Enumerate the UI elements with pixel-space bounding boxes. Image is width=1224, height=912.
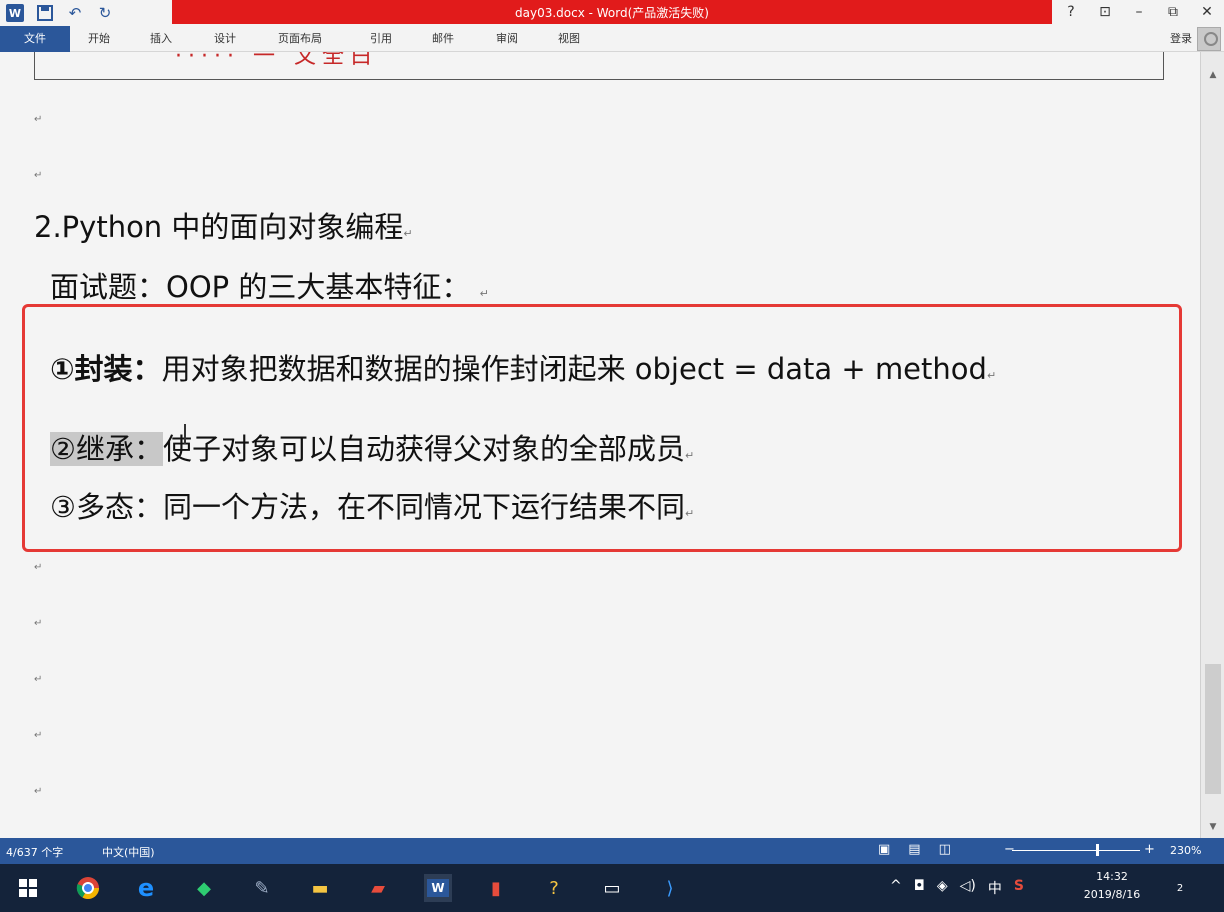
help-app-icon[interactable]: ?: [540, 874, 568, 902]
heading-text: 2.Python 中的面向对象编程: [34, 210, 404, 244]
ribbon-display-button[interactable]: ⊡: [1088, 4, 1122, 20]
item-label-selected: ②继承：: [50, 432, 163, 466]
word-count[interactable]: 4/637 个字: [6, 844, 63, 860]
tab-view[interactable]: 视图: [558, 26, 580, 52]
start-menu-icon[interactable]: [14, 874, 42, 902]
item-text: 使子对象可以自动获得父对象的全部成员: [163, 432, 686, 466]
paragraph-mark: ↵: [34, 730, 43, 741]
clock-date: 2019/8/16: [1083, 888, 1141, 901]
list-item-encapsulation: ①封装：用对象把数据和数据的操作封闭起来 object = data + met…: [50, 346, 996, 388]
clock[interactable]: 14:32 2019/8/16: [1072, 868, 1152, 904]
edge-icon[interactable]: e: [132, 874, 160, 902]
tab-mailings[interactable]: 邮件: [432, 26, 454, 52]
table-bottom-edge: ····· 一 文全白: [34, 52, 1164, 80]
vertical-scrollbar[interactable]: ▲ ▼: [1200, 52, 1224, 838]
scroll-down-icon[interactable]: ▼: [1206, 820, 1220, 834]
item-text: 用对象把数据和数据的操作封闭起来 object = data + method: [161, 352, 987, 386]
paragraph-mark: ↵: [685, 507, 695, 520]
tab-layout[interactable]: 页面布局: [278, 26, 322, 52]
save-icon[interactable]: [36, 4, 54, 22]
title-bar: W ↶ ↻ day03.docx - Word(产品激活失败) ? ⊡ – ⧉ …: [0, 0, 1224, 28]
tab-references[interactable]: 引用: [370, 26, 392, 52]
window-controls: ? ⊡ – ⧉ ✕: [1054, 0, 1224, 24]
tab-file[interactable]: 文件: [0, 26, 70, 52]
zoom-slider-thumb[interactable]: [1096, 844, 1099, 856]
recorder-icon[interactable]: ▰: [364, 874, 392, 902]
redo-icon[interactable]: ↻: [96, 4, 114, 22]
network-icon[interactable]: ◘: [914, 878, 925, 898]
sign-in-link[interactable]: 登录: [1170, 26, 1192, 52]
security-shield-icon[interactable]: ◈: [937, 878, 948, 898]
terminal-icon[interactable]: ▭: [598, 874, 626, 902]
item-label: ③多态：: [50, 490, 163, 524]
print-layout-icon[interactable]: ▤: [908, 842, 920, 857]
notification-icon[interactable]: 2: [1168, 876, 1192, 900]
quick-access-toolbar: W ↶ ↻: [6, 2, 114, 24]
ime-indicator[interactable]: 中: [988, 878, 1002, 898]
word-app-icon[interactable]: W: [6, 4, 24, 22]
view-buttons: ▣ ▤ ◫: [878, 842, 951, 857]
scroll-thumb[interactable]: [1205, 664, 1221, 794]
paragraph-mark: ↵: [34, 618, 43, 629]
paragraph-mark: ↵: [986, 369, 997, 382]
cutoff-text: ····· 一 文全白: [175, 52, 378, 69]
media-app-icon[interactable]: ▮: [482, 874, 510, 902]
avatar[interactable]: [1197, 27, 1221, 51]
window-title: day03.docx - Word(产品激活失败): [172, 0, 1052, 24]
item-label: ①封装：: [50, 352, 162, 386]
help-button[interactable]: ?: [1054, 4, 1088, 20]
tab-review[interactable]: 审阅: [496, 26, 518, 52]
status-bar: 4/637 个字 中文(中国) ▣ ▤ ◫ − + 230%: [0, 838, 1224, 864]
notification-count: 2: [1176, 883, 1184, 894]
zoom-level[interactable]: 230%: [1170, 844, 1201, 857]
tab-home[interactable]: 开始: [88, 26, 110, 52]
paragraph-mark: ↵: [685, 449, 695, 462]
sogou-icon[interactable]: S: [1014, 878, 1024, 898]
paragraph-mark: ↵: [34, 170, 43, 181]
paragraph-mark: ↵: [34, 114, 43, 125]
paragraph-mark: ↵: [479, 287, 489, 300]
web-layout-icon[interactable]: ◫: [939, 842, 951, 857]
tab-insert[interactable]: 插入: [150, 26, 172, 52]
app-diamond-icon[interactable]: ◆: [190, 874, 218, 902]
word-window: W ↶ ↻ day03.docx - Word(产品激活失败) ? ⊡ – ⧉ …: [0, 0, 1224, 912]
paragraph-mark: ↵: [403, 227, 413, 240]
paint-icon[interactable]: ✎: [248, 874, 276, 902]
undo-icon[interactable]: ↶: [66, 4, 84, 22]
file-explorer-icon[interactable]: ▬: [306, 874, 334, 902]
word-taskbar-icon[interactable]: W: [424, 874, 452, 902]
clock-time: 14:32: [1096, 870, 1128, 883]
ribbon-tabs: 文件 开始 插入 设计 页面布局 引用 邮件 审阅 视图 登录: [0, 26, 1224, 52]
section-heading: 2.Python 中的面向对象编程↵: [34, 204, 413, 246]
scroll-up-icon[interactable]: ▲: [1206, 68, 1220, 82]
list-item-polymorphism: ③多态：同一个方法，在不同情况下运行结果不同↵: [50, 484, 694, 526]
document-area[interactable]: ····· 一 文全白 ↵ ↵ 2.Python 中的面向对象编程↵ 面试题：O…: [0, 52, 1200, 838]
zoom-slider[interactable]: [1012, 850, 1140, 851]
vscode-icon[interactable]: ⟩: [656, 874, 684, 902]
text-cursor: [184, 424, 186, 444]
paragraph-mark: ↵: [34, 674, 43, 685]
tab-design[interactable]: 设计: [214, 26, 236, 52]
read-mode-icon[interactable]: ▣: [878, 842, 890, 857]
list-item-inheritance: ②继承：使子对象可以自动获得父对象的全部成员↵: [50, 426, 694, 468]
volume-icon[interactable]: ◁): [960, 878, 976, 898]
interview-question: 面试题：OOP 的三大基本特征： ↵: [50, 264, 489, 306]
chrome-icon[interactable]: [74, 874, 102, 902]
language-indicator[interactable]: 中文(中国): [102, 844, 155, 860]
paragraph-mark: ↵: [34, 786, 43, 797]
item-text: 同一个方法，在不同情况下运行结果不同: [163, 490, 686, 524]
zoom-in-button[interactable]: +: [1144, 842, 1155, 857]
paragraph-mark: ↵: [34, 562, 43, 573]
restore-button[interactable]: ⧉: [1156, 4, 1190, 20]
taskbar: e ◆ ✎ ▬ ▰ W ▮ ? ▭ ⟩ ^ ◘ ◈ ◁) 中 S 14:32 2…: [0, 864, 1224, 912]
chevron-up-icon[interactable]: ^: [890, 878, 902, 898]
close-button[interactable]: ✕: [1190, 4, 1224, 20]
minimize-button[interactable]: –: [1122, 4, 1156, 20]
system-tray: ^ ◘ ◈ ◁) 中 S: [890, 878, 1024, 898]
subheading-text: 面试题：OOP 的三大基本特征：: [50, 270, 471, 304]
